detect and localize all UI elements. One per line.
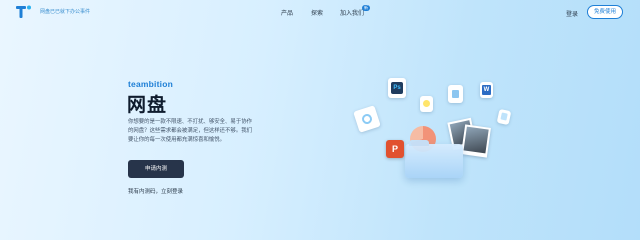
apply-beta-button[interactable]: 申请内测 <box>128 160 184 178</box>
word-file-icon: W <box>480 82 493 98</box>
hero-description: 你想要的是一款不限速、不打扰、够安全、易于协作的网盘？这些需求都会被满足，但这样… <box>128 119 252 143</box>
login-link[interactable]: 登录 <box>566 9 578 18</box>
page-title: 网盘 <box>127 95 168 116</box>
idea-file-icon <box>420 96 433 112</box>
brand-name: teambition <box>128 79 173 89</box>
photoshop-label: Ps <box>391 82 403 94</box>
nav-products[interactable]: 产品 <box>281 8 293 17</box>
powerpoint-file-icon: P <box>386 140 404 158</box>
top-bar: 网盘已已就下办公事件 产品 探索 加入我们 新 登录 免费使用 <box>0 0 640 26</box>
tagline: 网盘已已就下办公事件 <box>40 9 91 15</box>
nav-join-us[interactable]: 加入我们 <box>340 8 364 17</box>
music-file-icon <box>353 105 381 133</box>
photoshop-file-icon: Ps <box>388 78 406 98</box>
teambition-logo-icon[interactable] <box>16 5 32 19</box>
new-badge: 新 <box>362 5 370 11</box>
small-file-icon <box>496 108 512 126</box>
invite-code-login-link[interactable]: 我有内测码，立刻登录 <box>128 187 183 195</box>
hero-illustration: Ps W P <box>350 70 520 190</box>
document-file-icon <box>448 85 463 103</box>
folder-icon <box>405 140 463 178</box>
free-use-button[interactable]: 免费使用 <box>587 5 623 19</box>
word-label: W <box>482 85 491 95</box>
nav-explore[interactable]: 探索 <box>311 8 323 17</box>
photo-icon <box>461 124 491 158</box>
